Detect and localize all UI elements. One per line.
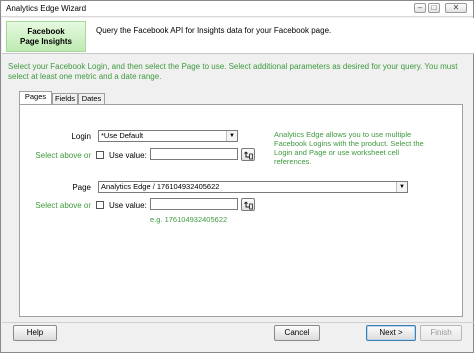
window-title: Analytics Edge Wizard: [6, 4, 87, 13]
tab-fields[interactable]: Fields: [52, 93, 78, 104]
cancel-button[interactable]: Cancel: [274, 325, 320, 341]
login-cell-ref-button[interactable]: [241, 148, 255, 161]
next-button[interactable]: Next >: [366, 325, 416, 341]
page-use-value-label: Use value:: [109, 201, 147, 210]
page-use-value-checkbox[interactable]: [96, 201, 104, 209]
login-select-above-or: Select above or: [35, 151, 91, 160]
page-select-above-or: Select above or: [35, 201, 91, 210]
help-button[interactable]: Help: [13, 325, 57, 341]
finish-button[interactable]: Finish: [420, 325, 462, 341]
page-dropdown[interactable]: Analytics Edge / 176104932405622 ▼: [98, 181, 408, 193]
page-example-hint: e.g. 176104932405622: [150, 215, 228, 224]
page-cell-ref-button[interactable]: [241, 198, 255, 211]
wizard-window: Analytics Edge Wizard – □ ✕ Facebook Pag…: [0, 0, 474, 353]
connector-badge: Facebook Page Insights: [6, 21, 86, 52]
header-description: Query the Facebook API for Insights data…: [96, 26, 332, 35]
page-dropdown-value: Analytics Edge / 176104932405622: [101, 182, 220, 191]
close-button[interactable]: ✕: [445, 3, 467, 13]
login-dropdown[interactable]: *Use Default ▼: [98, 130, 238, 142]
page-label: Page: [72, 183, 91, 192]
cell-reference-icon: [244, 151, 253, 160]
badge-line-2: Page Insights: [19, 37, 72, 46]
minimize-button[interactable]: –: [414, 3, 426, 13]
login-help-note: Analytics Edge allows you to use multipl…: [274, 130, 424, 166]
wizard-header: Facebook Page Insights Query the Faceboo…: [2, 18, 474, 54]
instructions-text: Select your Facebook Login, and then sel…: [8, 62, 458, 81]
title-bar: Analytics Edge Wizard – □ ✕: [1, 1, 473, 17]
page-use-value-input[interactable]: [150, 198, 238, 210]
maximize-button[interactable]: □: [428, 3, 440, 13]
tab-pages[interactable]: Pages: [19, 91, 52, 104]
tab-panel-pages: Login *Use Default ▼ Select above or Use…: [19, 104, 463, 317]
chevron-down-icon[interactable]: ▼: [226, 131, 237, 141]
login-use-value-input[interactable]: [150, 148, 238, 160]
login-dropdown-value: *Use Default: [101, 131, 144, 140]
chevron-down-icon[interactable]: ▼: [396, 182, 407, 192]
tab-dates[interactable]: Dates: [78, 93, 105, 104]
badge-line-1: Facebook: [27, 27, 65, 36]
cell-reference-icon: [244, 201, 253, 210]
login-label: Login: [71, 132, 91, 141]
footer-divider: [2, 322, 474, 323]
login-use-value-checkbox[interactable]: [96, 151, 104, 159]
login-use-value-label: Use value:: [109, 151, 147, 160]
